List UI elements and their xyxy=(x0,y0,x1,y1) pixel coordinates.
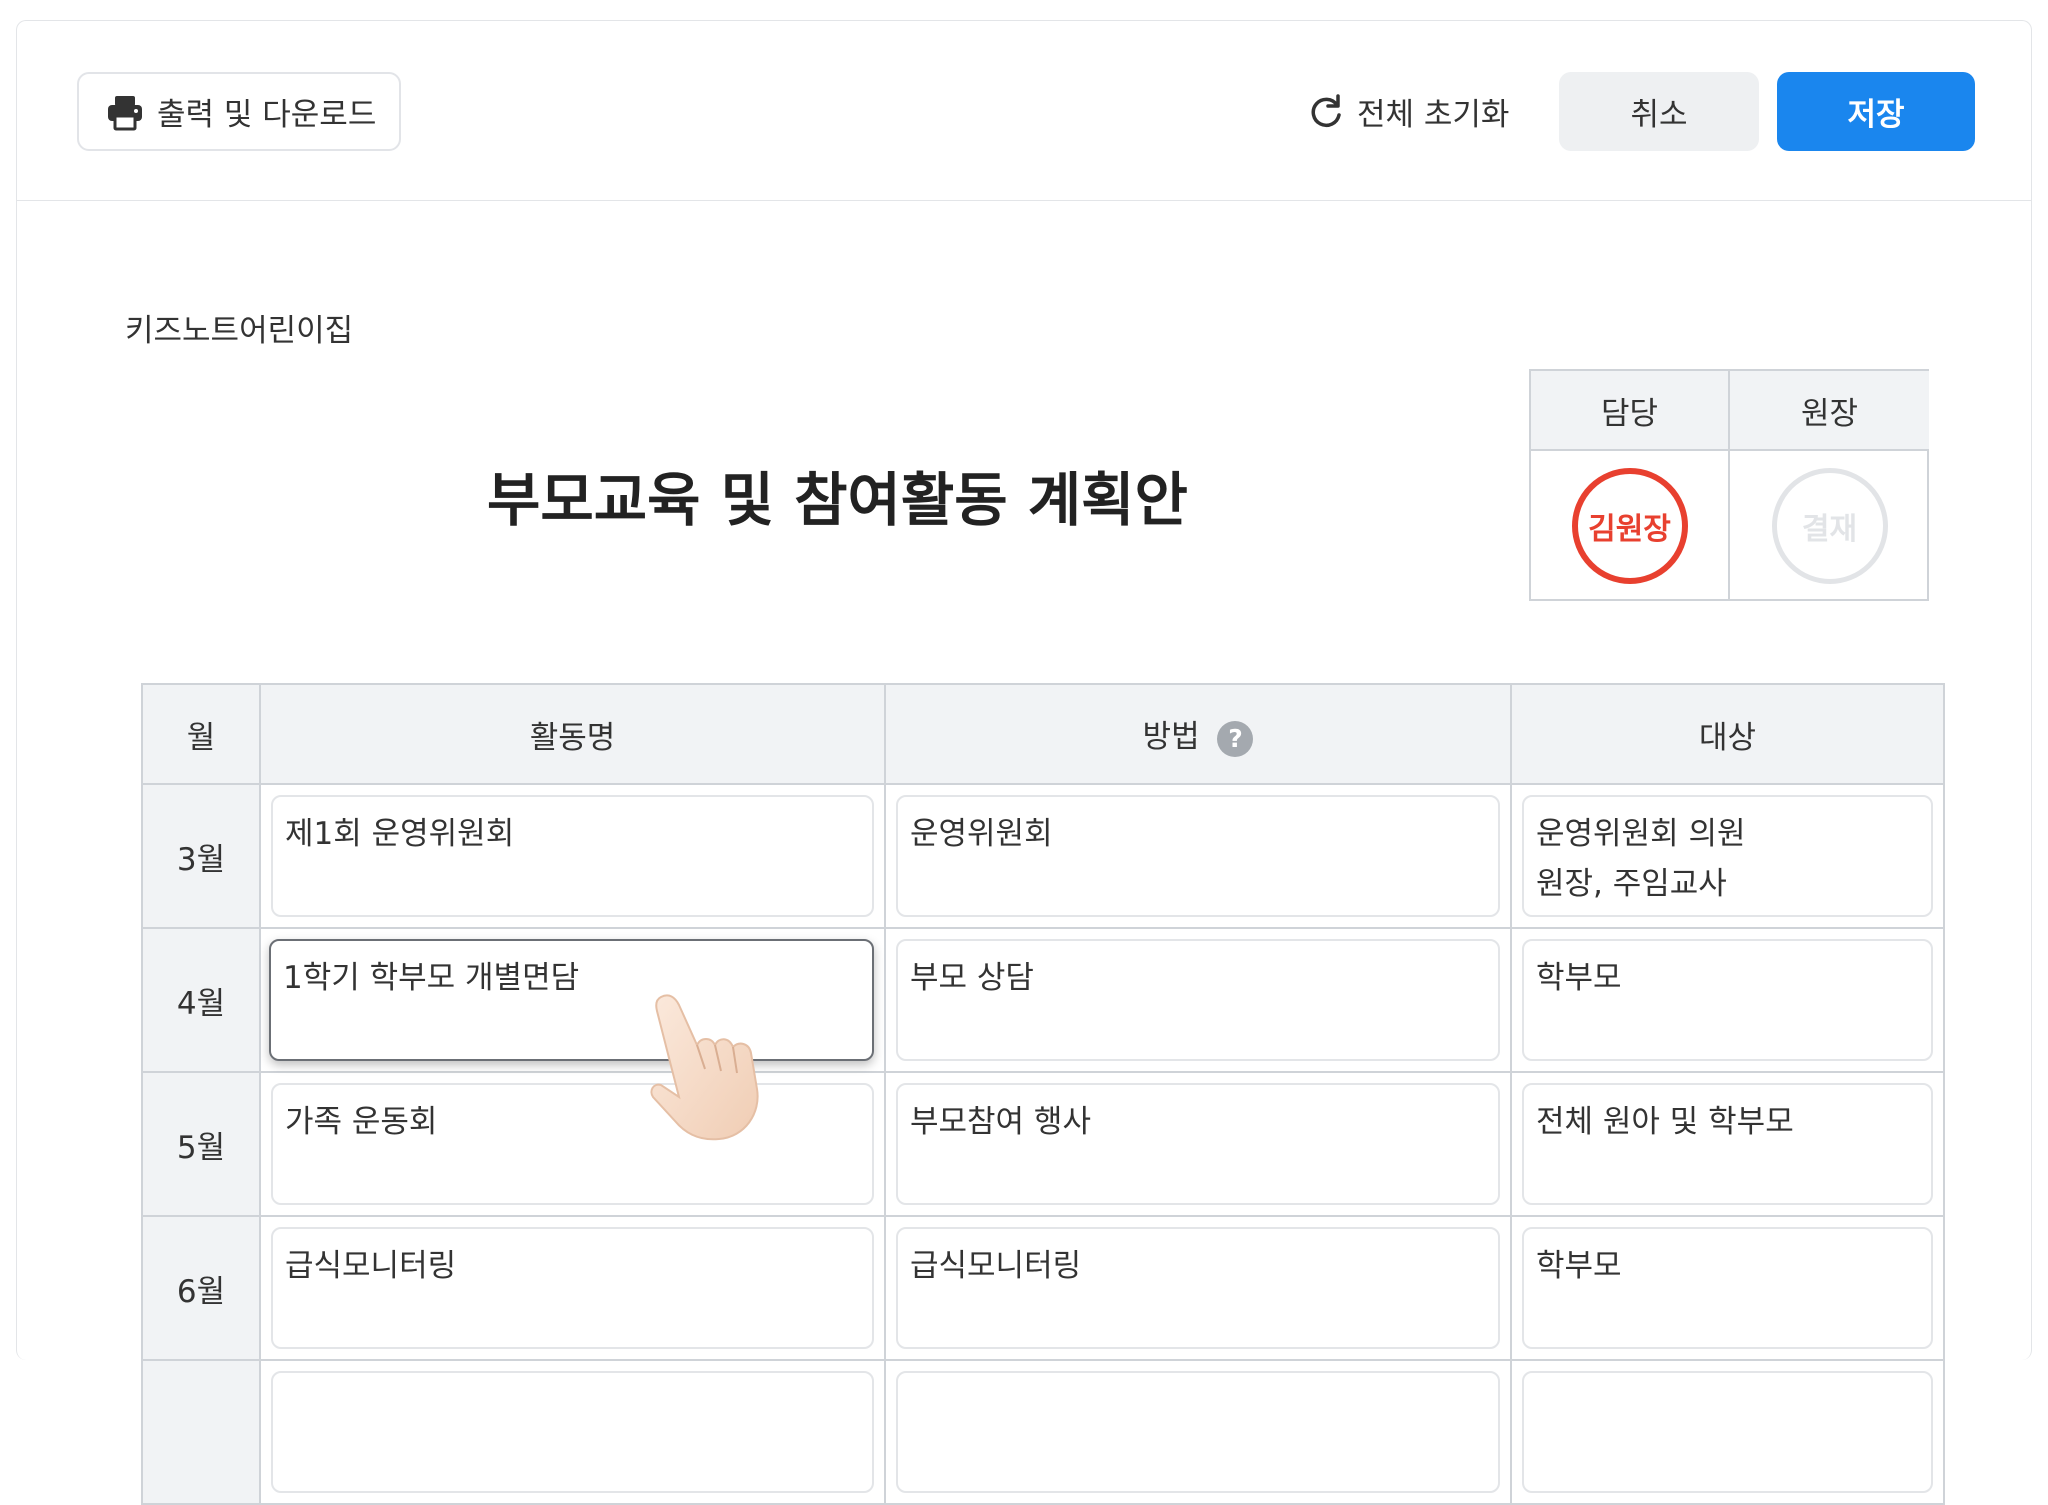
month-cell: 5월 xyxy=(141,1071,261,1217)
approval-cell-director[interactable]: 결재 xyxy=(1730,451,1929,601)
target-input[interactable]: 학부모 xyxy=(1522,939,1933,1061)
column-header-method: 방법 ? xyxy=(884,683,1512,785)
column-header-target: 대상 xyxy=(1510,683,1945,785)
save-button[interactable]: 저장 xyxy=(1777,72,1975,151)
target-input[interactable]: 운영위원회 의원 원장, 주임교사 xyxy=(1522,795,1933,917)
activity-input[interactable]: 가족 운동회 xyxy=(271,1083,874,1205)
print-download-label: 출력 및 다운로드 xyxy=(157,97,377,133)
cancel-button[interactable]: 취소 xyxy=(1559,72,1759,151)
table-header-row: 월 활동명 방법 ? 대상 xyxy=(141,683,1945,785)
signature-stamp-manager: 김원장 xyxy=(1571,468,1688,584)
method-input[interactable] xyxy=(896,1371,1500,1493)
column-header-method-label: 방법 xyxy=(1142,719,1200,756)
document-title: 부모교육 및 참여활동 계획안 xyxy=(487,466,1188,534)
column-header-activity: 활동명 xyxy=(259,683,886,785)
approval-header-manager: 담당 xyxy=(1531,371,1730,451)
method-input[interactable]: 부모참여 행사 xyxy=(896,1083,1500,1205)
reset-all-button[interactable]: 전체 초기화 xyxy=(1307,72,1509,151)
month-cell xyxy=(141,1359,261,1505)
table-row xyxy=(141,1359,1945,1505)
printer-icon xyxy=(105,92,145,132)
table-row: 3월 제1회 운영위원회 운영위원회 운영위원회 의원 원장, 주임교사 xyxy=(141,783,1945,929)
target-input[interactable]: 학부모 xyxy=(1522,1227,1933,1349)
month-cell: 4월 xyxy=(141,927,261,1073)
editor-frame: 출력 및 다운로드 전체 초기화 취소 저장 키즈노트어린이집 부모교육 및 참… xyxy=(16,20,2032,1505)
reset-all-label: 전체 초기화 xyxy=(1357,97,1510,133)
print-download-button[interactable]: 출력 및 다운로드 xyxy=(77,72,401,151)
approval-header-director: 원장 xyxy=(1730,371,1929,451)
table-row: 5월 가족 운동회 부모참여 행사 전체 원아 및 학부모 xyxy=(141,1071,1945,1217)
approval-box: 담당 원장 김원장 결재 xyxy=(1529,369,1929,601)
activity-input[interactable]: 급식모니터링 xyxy=(271,1227,874,1349)
approval-cell-manager[interactable]: 김원장 xyxy=(1531,451,1730,601)
month-cell: 6월 xyxy=(141,1215,261,1361)
activity-input[interactable]: 제1회 운영위원회 xyxy=(271,795,874,917)
method-input[interactable]: 급식모니터링 xyxy=(896,1227,1500,1349)
target-input[interactable] xyxy=(1522,1371,1933,1493)
plan-table: 월 활동명 방법 ? 대상 3월 제1회 운영위원회 운영위원회 운영위원회 의… xyxy=(141,683,1945,1505)
table-row: 4월 1학기 학부모 개별면담 부모 상담 학부모 xyxy=(141,927,1945,1073)
method-input[interactable]: 부모 상담 xyxy=(896,939,1500,1061)
signature-stamp-director: 결재 xyxy=(1771,468,1888,584)
refresh-icon xyxy=(1307,93,1345,131)
table-row: 6월 급식모니터링 급식모니터링 학부모 xyxy=(141,1215,1945,1361)
target-input[interactable]: 전체 원아 및 학부모 xyxy=(1522,1083,1933,1205)
month-cell: 3월 xyxy=(141,783,261,929)
activity-input-focused[interactable]: 1학기 학부모 개별면담 xyxy=(269,939,874,1061)
help-icon[interactable]: ? xyxy=(1217,720,1254,757)
organization-name: 키즈노트어린이집 xyxy=(125,313,354,349)
activity-input[interactable] xyxy=(271,1371,874,1493)
column-header-month: 월 xyxy=(141,683,261,785)
toolbar: 출력 및 다운로드 전체 초기화 취소 저장 xyxy=(17,21,2031,201)
method-input[interactable]: 운영위원회 xyxy=(896,795,1500,917)
